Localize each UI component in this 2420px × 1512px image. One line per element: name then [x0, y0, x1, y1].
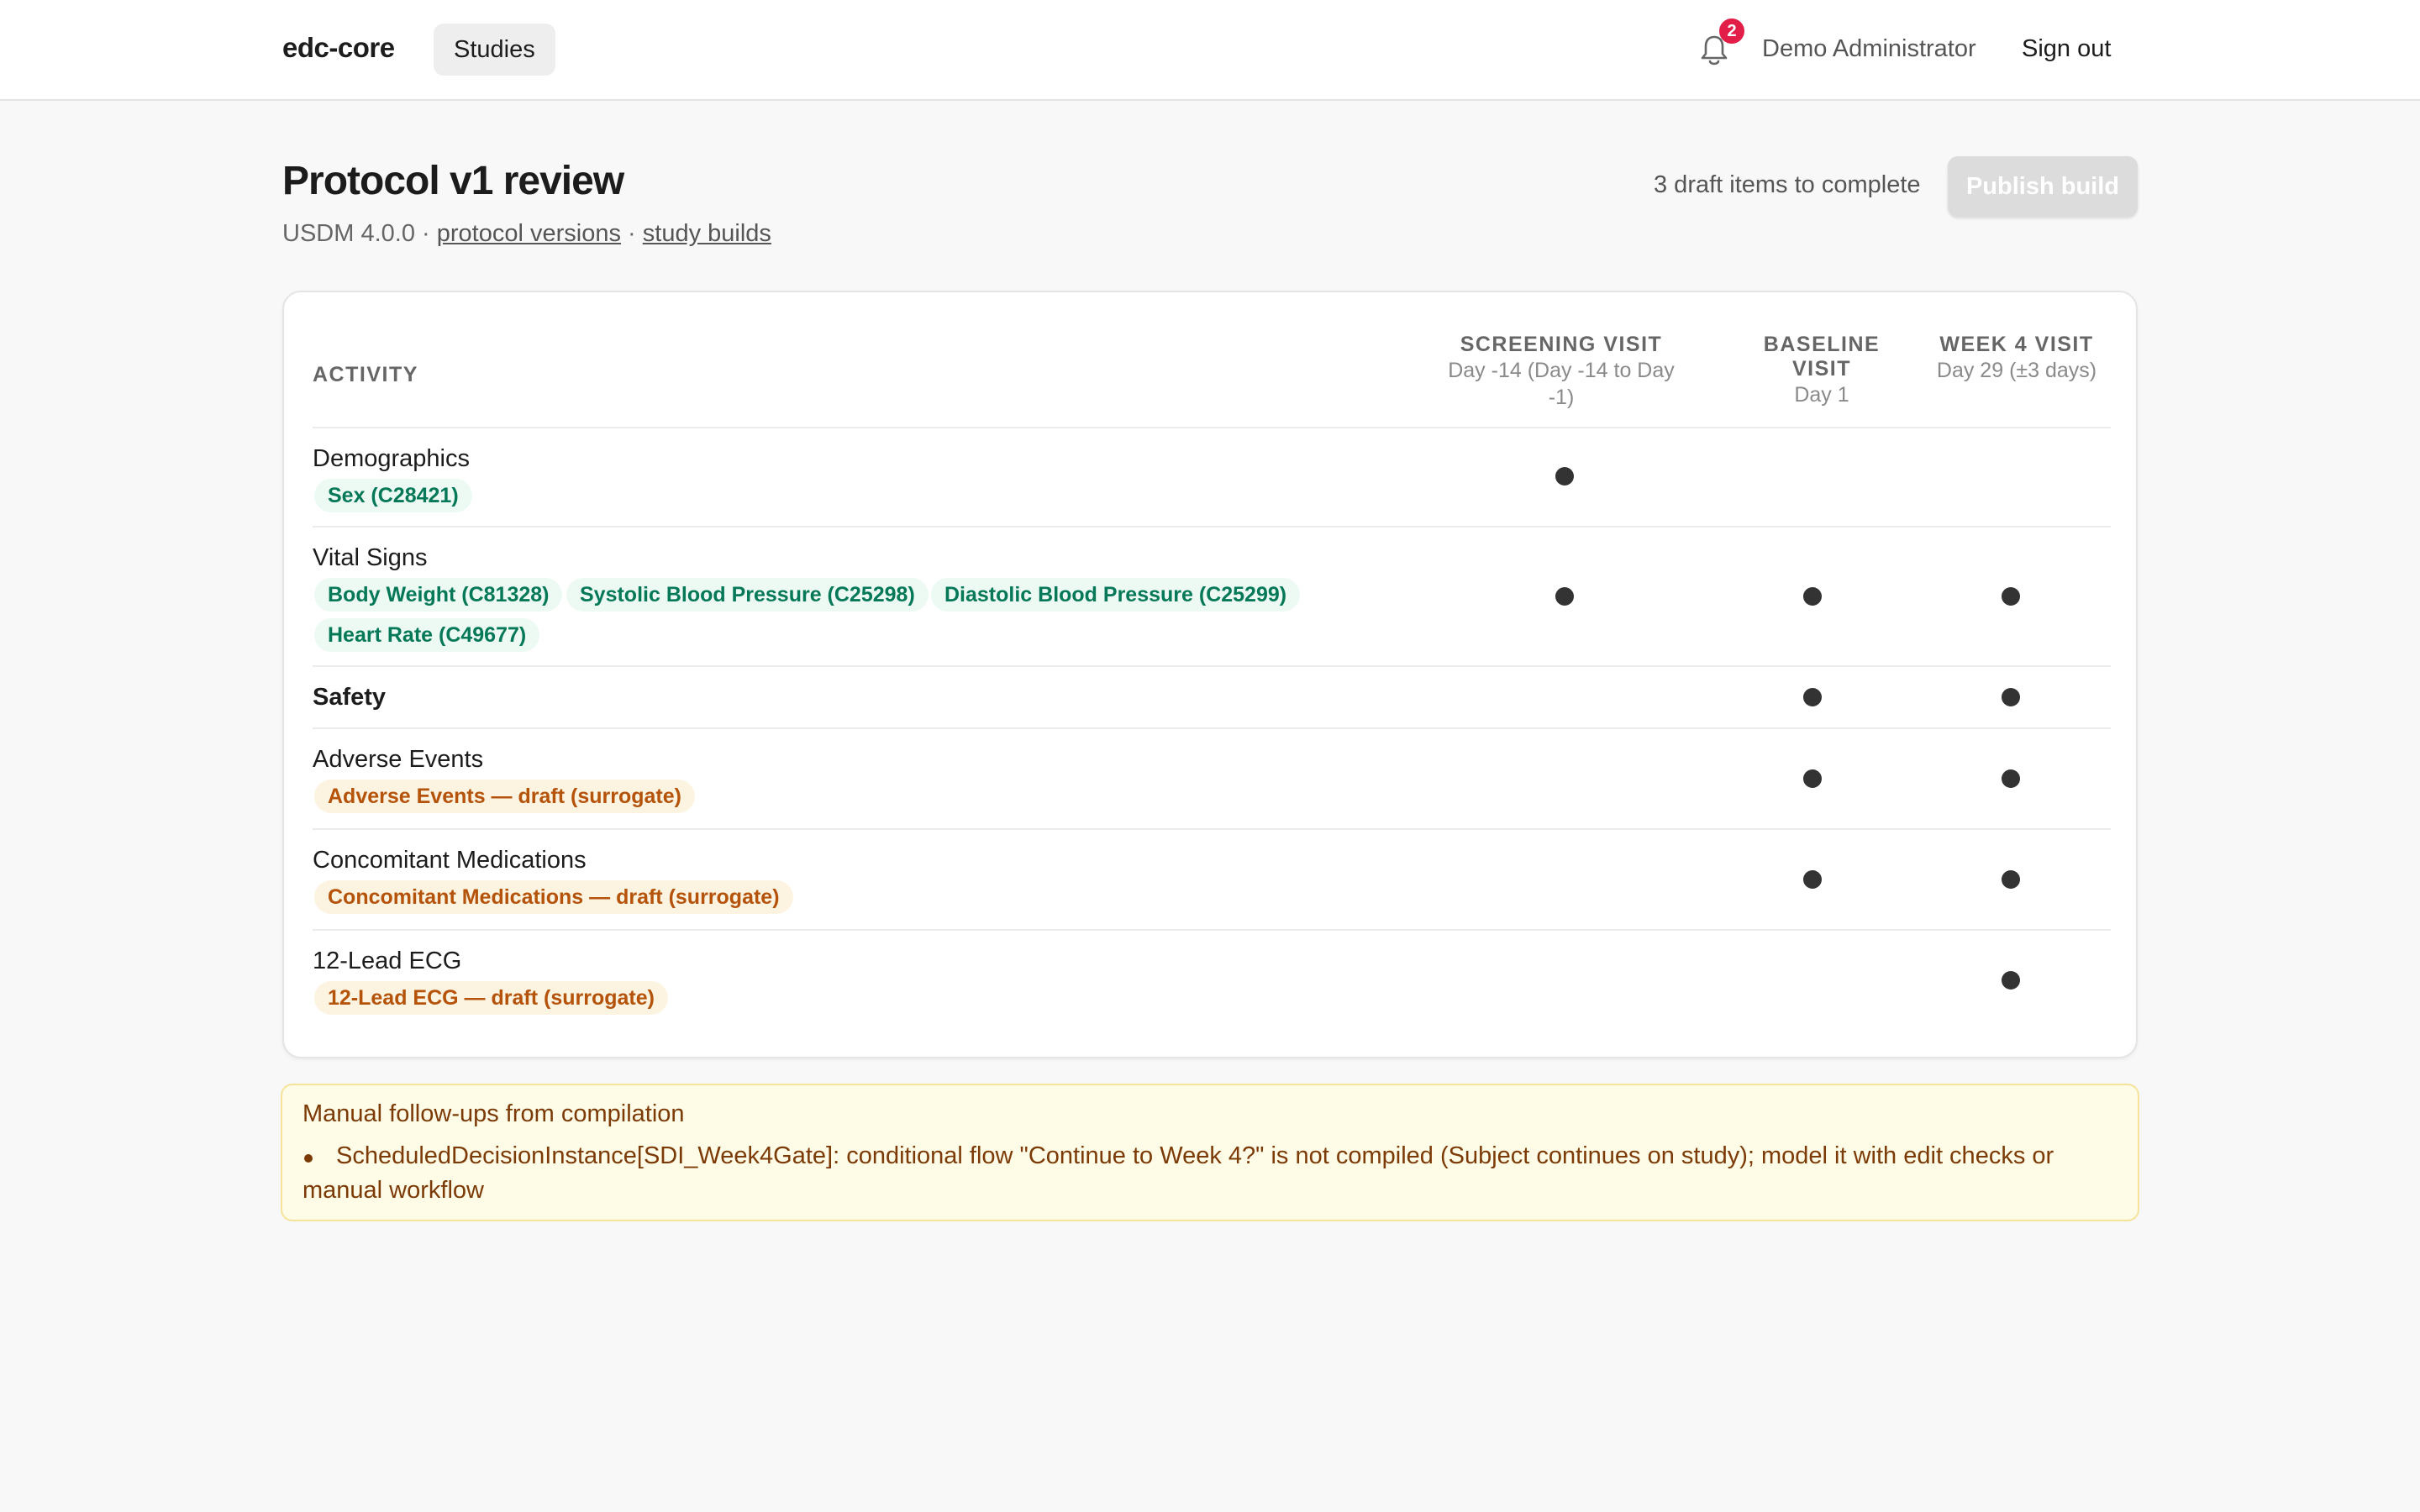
row-divider: [313, 828, 2111, 830]
draft-surrogate-chip: Concomitant Medications — draft (surroga…: [314, 880, 793, 914]
nav-studies-link[interactable]: Studies: [434, 24, 555, 76]
activity-scheduled-dot: [1803, 769, 1822, 788]
activity-scheduled-dot: [2002, 870, 2020, 889]
activity-scheduled-dot: [1555, 467, 1574, 486]
row-divider: [313, 665, 2111, 667]
biomedical-concept-chip: Heart Rate (C49677): [314, 618, 540, 652]
separator: ·: [628, 220, 636, 247]
activity-scheduled-dot: [1803, 587, 1822, 606]
row-divider: [313, 929, 2111, 931]
activity-scheduled-dot: [1803, 870, 1822, 889]
biomedical-concept-chip: Diastolic Blood Pressure (C25299): [931, 578, 1301, 612]
visit-name: SCREENING VISIT: [1460, 333, 1663, 356]
usdm-version: USDM 4.0.0: [282, 220, 415, 247]
activity-label: Demographics: [313, 445, 470, 472]
biomedical-concept-chip: Body Weight (C81328): [314, 578, 563, 612]
visit-column-header: WEEK 4 VISIT Day 29 (±3 days): [1933, 333, 2101, 384]
activity-label: Concomitant Medications: [313, 847, 587, 874]
visit-timing: Day 29 (±3 days): [1936, 359, 2097, 382]
visit-timing: Day 1: [1794, 383, 1849, 407]
page-title: Protocol v1 review: [282, 159, 624, 203]
activity-column-header: ACTIVITY: [313, 363, 418, 386]
draft-items-count: 3 draft items to complete: [1654, 171, 1921, 198]
visit-name: WEEK 4 VISIT: [1939, 333, 2094, 356]
notification-count-badge: 2: [1719, 18, 1744, 44]
activity-scheduled-dot: [2002, 587, 2020, 606]
activity-scheduled-dot: [2002, 971, 2020, 990]
separator: ·: [422, 220, 430, 247]
activity-scheduled-dot: [2002, 769, 2020, 788]
protocol-versions-link[interactable]: protocol versions: [437, 220, 621, 247]
row-divider: [313, 526, 2111, 528]
activity-label: Adverse Events: [313, 746, 484, 773]
activity-scheduled-dot: [2002, 688, 2020, 706]
activity-scheduled-dot: [1555, 587, 1574, 606]
activity-scheduled-dot: [1803, 688, 1822, 706]
biomedical-concept-chip: Systolic Blood Pressure (C25298): [566, 578, 929, 612]
schedule-of-activities-table: ACTIVITY SCREENING VISIT Day -14 (Day -1…: [282, 291, 2138, 1058]
visit-timing: Day -14 (Day -14 to Day -1): [1448, 359, 1675, 409]
brand-logo[interactable]: edc-core: [282, 32, 395, 64]
current-user-name: Demo Administrator: [1762, 35, 1976, 62]
visit-name: BASELINE VISIT: [1763, 333, 1881, 381]
followups-title: Manual follow-ups from compilation: [302, 1100, 685, 1127]
activity-label: 12-Lead ECG: [313, 948, 462, 974]
visit-column-header: SCREENING VISIT Day -14 (Day -14 to Day …: [1435, 333, 1687, 411]
draft-surrogate-chip: Adverse Events — draft (surrogate): [314, 780, 695, 813]
activity-label: Vital Signs: [313, 544, 428, 571]
row-divider: [313, 427, 2111, 428]
visit-column-header: BASELINE VISIT Day 1: [1738, 333, 1906, 408]
followup-item: ScheduledDecisionInstance[SDI_Week4Gate]…: [302, 1142, 2054, 1204]
sign-out-button[interactable]: Sign out: [2022, 35, 2111, 63]
manual-followups-panel: Manual follow-ups from compilation Sched…: [281, 1084, 2139, 1221]
biomedical-concept-chip: Sex (C28421): [314, 479, 472, 512]
row-divider: [313, 727, 2111, 729]
study-builds-link[interactable]: study builds: [643, 220, 771, 247]
publish-build-button[interactable]: Publish build: [1948, 156, 2138, 217]
top-navigation-bar: edc-core Studies 2 Demo Administrator Si…: [0, 0, 2420, 101]
protocol-meta-line: USDM 4.0.0 · protocol versions · study b…: [282, 220, 771, 248]
draft-surrogate-chip: 12-Lead ECG — draft (surrogate): [314, 981, 668, 1015]
activity-group-label: Safety: [313, 684, 387, 711]
